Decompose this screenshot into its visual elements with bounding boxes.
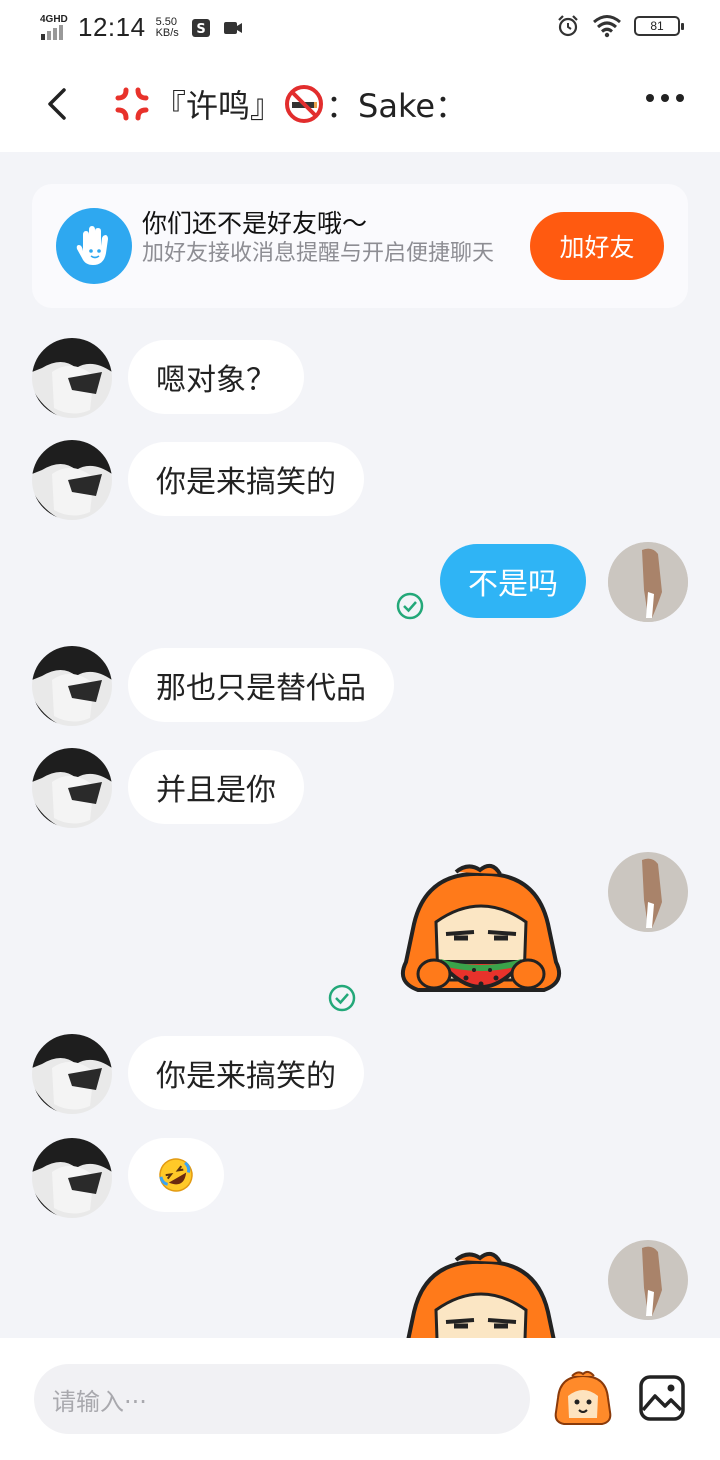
sticker-mascot-icon[interactable] bbox=[552, 1368, 614, 1428]
message-bubble[interactable]: 并且是你 bbox=[128, 750, 304, 824]
message-bubble[interactable]: 你是来搞笑的 bbox=[128, 442, 364, 516]
add-friend-button[interactable]: 加好友 bbox=[530, 212, 664, 280]
sent-check-icon bbox=[396, 592, 424, 620]
anger-symbol-icon bbox=[115, 87, 149, 121]
chat-header: 『许鸣』 ：Sake： bbox=[0, 58, 720, 152]
svg-text:S: S bbox=[196, 22, 205, 37]
app-notification-icon: S bbox=[191, 18, 210, 37]
sent-check-icon bbox=[328, 984, 356, 1012]
image-icon[interactable] bbox=[638, 1374, 686, 1422]
clock: 12:14 bbox=[78, 12, 146, 42]
status-bar: 4GHD 12:14 5.50 KB/s S 81 bbox=[0, 0, 720, 58]
back-arrow-icon[interactable] bbox=[38, 82, 78, 126]
message-input[interactable]: 请输入··· bbox=[34, 1364, 530, 1434]
my-avatar[interactable] bbox=[608, 852, 688, 932]
no-smoking-icon bbox=[285, 85, 324, 123]
message-bubble[interactable] bbox=[128, 1138, 224, 1212]
title-suffix: ：Sake： bbox=[326, 87, 468, 125]
other-avatar[interactable] bbox=[32, 1034, 112, 1114]
wifi-icon bbox=[593, 15, 621, 38]
input-bar: 请输入··· bbox=[0, 1338, 720, 1460]
network-type: 4GHD bbox=[40, 13, 68, 25]
more-options-icon[interactable] bbox=[646, 94, 684, 102]
signal-icon: 4GHD bbox=[40, 14, 70, 42]
my-avatar[interactable] bbox=[608, 542, 688, 622]
other-avatar[interactable] bbox=[32, 646, 112, 726]
notice-title: 你们还不是好友哦～ bbox=[142, 209, 368, 238]
rolling-laugh-emoji-icon bbox=[159, 1158, 193, 1192]
other-avatar[interactable] bbox=[32, 748, 112, 828]
network-speed: 5.50 KB/s bbox=[155, 15, 179, 39]
video-icon bbox=[223, 21, 242, 34]
chat-title: 『许鸣』 ：Sake： bbox=[110, 82, 467, 126]
other-avatar[interactable] bbox=[32, 338, 112, 418]
wave-hand-icon bbox=[56, 208, 132, 284]
my-message-bubble[interactable]: 不是吗 bbox=[440, 544, 586, 618]
mascot-sticker[interactable] bbox=[396, 1250, 566, 1338]
battery-indicator: 81 bbox=[634, 16, 684, 36]
other-avatar[interactable] bbox=[32, 1138, 112, 1218]
message-bubble[interactable]: 你是来搞笑的 bbox=[128, 1036, 364, 1110]
alarm-icon bbox=[558, 15, 578, 37]
title-nickname: 『许鸣』 bbox=[154, 87, 283, 125]
other-avatar[interactable] bbox=[32, 440, 112, 520]
notice-subtitle: 加好友接收消息提醒与开启便捷聊天 bbox=[142, 241, 495, 266]
watermelon-sticker[interactable] bbox=[396, 862, 566, 1012]
friend-notice-card: 你们还不是好友哦～ 加好友接收消息提醒与开启便捷聊天 加好友 bbox=[32, 184, 688, 308]
message-bubble[interactable]: 那也只是替代品 bbox=[128, 648, 394, 722]
my-avatar[interactable] bbox=[608, 1240, 688, 1320]
message-bubble[interactable]: 嗯对象？ bbox=[128, 340, 304, 414]
